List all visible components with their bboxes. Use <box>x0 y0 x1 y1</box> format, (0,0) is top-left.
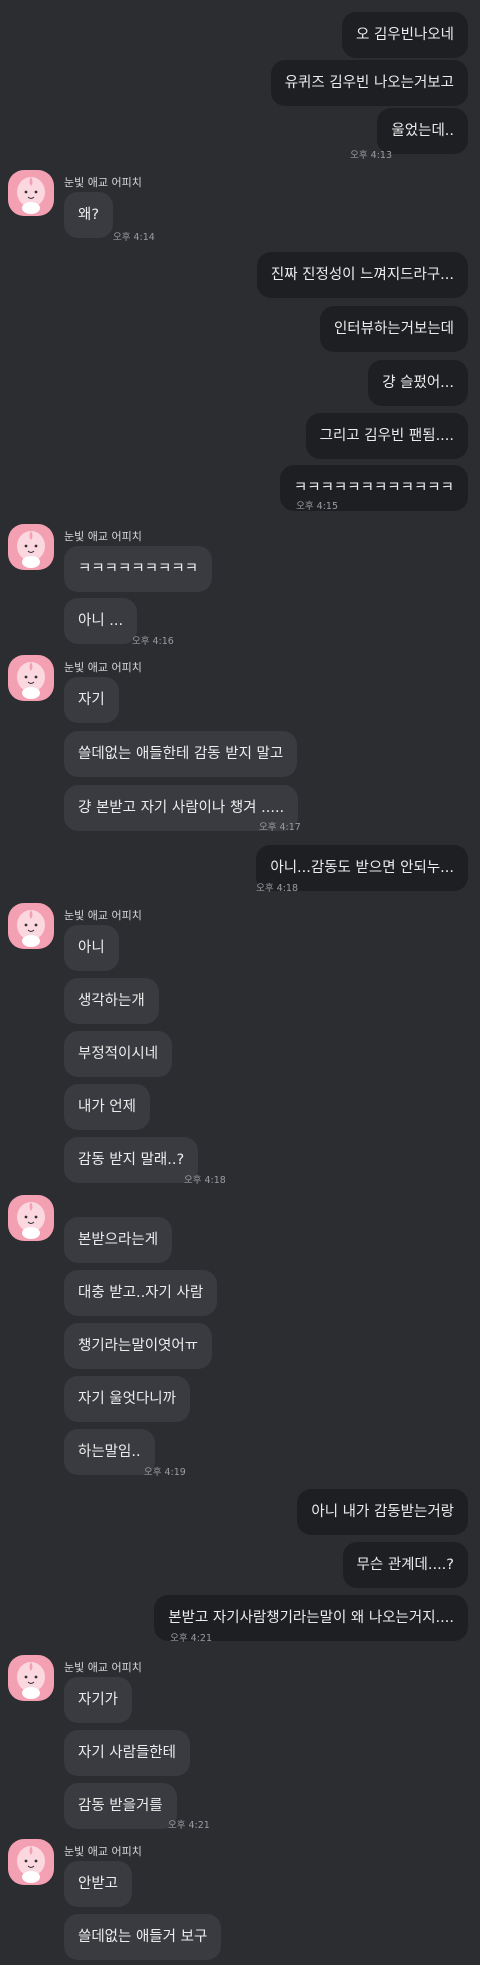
apeach-character-icon <box>17 531 45 568</box>
sender-name: 눈빛 애교 어피치 <box>64 1845 142 1858</box>
message-bubble-received[interactable]: ㅋㅋㅋㅋㅋㅋㅋㅋㅋ <box>64 546 213 592</box>
sender-avatar[interactable] <box>8 903 54 949</box>
sender-name: 눈빛 애교 어피치 <box>64 1661 142 1674</box>
sender-name: 눈빛 애교 어피치 <box>64 176 142 189</box>
message-timestamp: 오후 4:16 <box>132 636 174 647</box>
message-bubble-received[interactable]: 부정적이시네 <box>64 1031 173 1077</box>
message-bubble-received[interactable]: 자기 울엇다니까 <box>64 1376 190 1422</box>
sender-name: 눈빛 애교 어피치 <box>64 909 142 922</box>
message-bubble-received[interactable]: 왜? <box>64 192 114 238</box>
message-bubble-received[interactable]: 본받으라는게 <box>64 1217 173 1263</box>
message-bubble-received[interactable]: 쓸데없는 애들한테 감동 받지 말고 <box>64 731 298 777</box>
message-bubble-sent[interactable]: 아니 내가 감동받는거랑 <box>297 1489 468 1535</box>
sender-name: 눈빛 애교 어피치 <box>64 530 142 543</box>
message-bubble-received[interactable]: 아니 ... <box>64 598 138 644</box>
sender-avatar[interactable] <box>8 1195 54 1241</box>
message-bubble-received[interactable]: 대충 받고..자기 사람 <box>64 1270 218 1316</box>
message-bubble-sent[interactable]: 그리고 김우빈 팬됨.... <box>305 413 468 459</box>
apeach-character-icon <box>17 910 45 947</box>
apeach-character-icon <box>17 1202 45 1239</box>
message-bubble-received[interactable]: 자기 <box>64 677 119 723</box>
message-bubble-sent[interactable]: 인터뷰하는거보는데 <box>319 306 468 352</box>
apeach-character-icon <box>17 1846 45 1883</box>
message-bubble-received[interactable]: 챙기라는말이엿어ㅠ <box>64 1323 213 1369</box>
message-bubble-sent[interactable]: 진짜 진정성이 느껴지드라구... <box>256 252 468 298</box>
sender-avatar[interactable] <box>8 170 54 216</box>
message-timestamp: 오후 4:14 <box>113 232 155 243</box>
message-bubble-sent[interactable]: 무슨 관계데....? <box>342 1542 468 1588</box>
apeach-character-icon <box>17 177 45 214</box>
message-bubble-received[interactable]: 감동 받지 말래..? <box>64 1137 199 1183</box>
sender-avatar[interactable] <box>8 524 54 570</box>
message-bubble-received[interactable]: 자기 사람들한테 <box>64 1730 190 1776</box>
message-timestamp: 오후 4:21 <box>170 1633 212 1644</box>
message-bubble-received[interactable]: 감동 받을거를 <box>64 1783 177 1829</box>
message-timestamp: 오후 4:21 <box>168 1820 210 1831</box>
message-bubble-sent[interactable]: 유퀴즈 김우빈 나오는거보고 <box>270 60 468 106</box>
message-bubble-sent[interactable]: 오 김우빈나오네 <box>342 12 468 58</box>
sender-avatar[interactable] <box>8 1839 54 1885</box>
message-bubble-received[interactable]: 아니 <box>64 925 119 971</box>
message-bubble-sent[interactable]: 걍 슬펐어... <box>368 360 468 406</box>
sender-avatar[interactable] <box>8 655 54 701</box>
message-bubble-received[interactable]: 생각하는개 <box>64 978 159 1024</box>
message-timestamp: 오후 4:13 <box>350 150 392 161</box>
chat-message-list[interactable]: 오 김우빈나오네 유퀴즈 김우빈 나오는거보고 울었는데.. 오후 4:13 눈… <box>0 0 480 1965</box>
message-bubble-received[interactable]: 안받고 <box>64 1861 133 1907</box>
apeach-character-icon <box>17 662 45 699</box>
message-timestamp: 오후 4:19 <box>144 1467 186 1478</box>
message-timestamp: 오후 4:17 <box>259 822 301 833</box>
message-timestamp: 오후 4:18 <box>184 1175 226 1186</box>
message-timestamp: 오후 4:15 <box>296 501 338 512</box>
sender-name: 눈빛 애교 어피치 <box>64 661 142 674</box>
apeach-character-icon <box>17 1662 45 1699</box>
message-timestamp: 오후 4:18 <box>256 883 298 894</box>
message-bubble-received[interactable]: 하는말임.. <box>64 1429 155 1475</box>
message-bubble-received[interactable]: 자기가 <box>64 1677 133 1723</box>
message-bubble-received[interactable]: 쓸데없는 애들거 보구 <box>64 1914 222 1960</box>
sender-avatar[interactable] <box>8 1655 54 1701</box>
message-bubble-received[interactable]: 내가 언제 <box>64 1084 150 1130</box>
